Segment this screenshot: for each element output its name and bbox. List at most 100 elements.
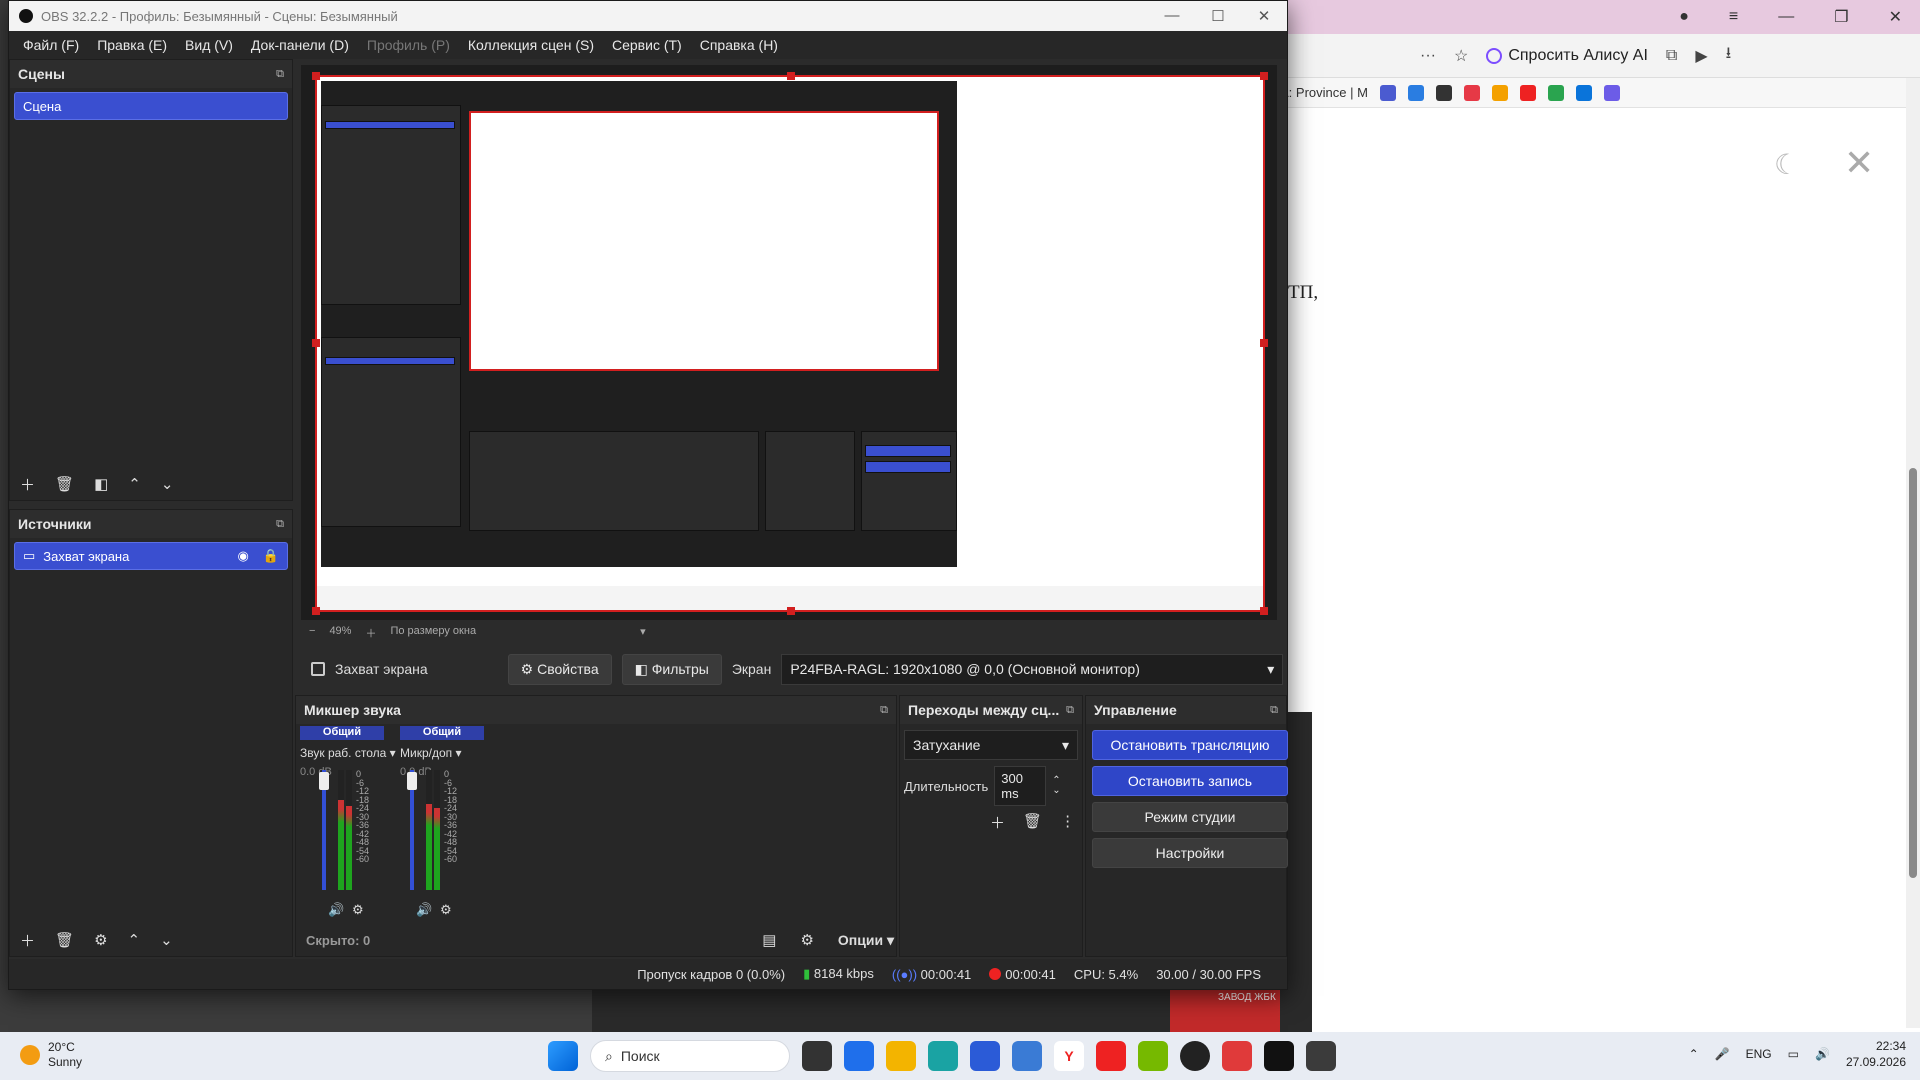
mixer-settings-icon[interactable]: ⚙ — [440, 902, 452, 918]
speaker-icon[interactable]: 🔊 — [328, 902, 344, 918]
cloud-app-icon[interactable] — [1222, 1041, 1252, 1071]
menu-edit[interactable]: Правка (E) — [89, 33, 175, 57]
resize-handle[interactable] — [1260, 607, 1268, 615]
move-up-icon[interactable]: ⌃ — [128, 931, 141, 949]
close-icon[interactable]: ✕ — [1889, 7, 1902, 27]
chevron-down-icon[interactable]: ▾ — [640, 625, 646, 641]
menu-help[interactable]: Справка (H) — [692, 33, 786, 57]
weather-widget[interactable]: 20°C Sunny — [20, 1040, 82, 1070]
mixer-settings-icon[interactable]: ⚙ — [352, 902, 364, 918]
add-icon[interactable]: ＋ — [20, 474, 35, 495]
browser-scrollbar[interactable] — [1906, 78, 1920, 1028]
undock-icon[interactable]: ⧉ — [880, 704, 888, 717]
nvidia-icon[interactable] — [1138, 1041, 1168, 1071]
trash-icon[interactable]: 🗑 — [55, 475, 74, 493]
bookmark-icon[interactable] — [1603, 84, 1620, 101]
taskbar-search[interactable]: ⌕ Поиск — [590, 1040, 790, 1072]
trash-icon[interactable]: 🗑 — [1023, 812, 1042, 833]
scroll-thumb[interactable] — [1909, 468, 1917, 878]
gear-icon[interactable]: ⚙ — [94, 931, 107, 949]
menu-view[interactable]: Вид (V) — [177, 33, 241, 57]
layout-icon[interactable]: ▤ — [762, 931, 776, 949]
volume-knob[interactable] — [407, 772, 417, 790]
task-view-icon[interactable] — [802, 1041, 832, 1071]
menu-icon[interactable]: ≡ — [1729, 8, 1738, 26]
bookmark-icon[interactable] — [1491, 84, 1508, 101]
media-app-icon[interactable] — [1306, 1041, 1336, 1071]
add-icon[interactable]: ＋ — [990, 812, 1005, 833]
clock[interactable]: 22:34 27.09.2026 — [1846, 1038, 1906, 1070]
profile-icon[interactable]: ● — [1679, 8, 1689, 26]
bookmark-icon[interactable]: ☆ — [1454, 46, 1468, 66]
channel-name[interactable]: Звук раб. стола ▾ — [300, 746, 396, 760]
speaker-icon[interactable]: 🔊 — [416, 902, 432, 918]
resize-handle[interactable] — [312, 607, 320, 615]
close-button[interactable]: ✕ — [1241, 7, 1287, 25]
bookmark-icon[interactable] — [1575, 84, 1592, 101]
advanced-audio-icon[interactable]: ⚙ — [800, 931, 813, 949]
resize-handle[interactable] — [787, 72, 795, 80]
zoom-mode[interactable]: По размеру окна — [390, 625, 476, 641]
menu-docks[interactable]: Док-панели (D) — [243, 33, 357, 57]
move-down-icon[interactable]: ⌄ — [160, 931, 173, 949]
zoom-in-icon[interactable]: ＋ — [365, 625, 376, 641]
resize-handle[interactable] — [1260, 339, 1268, 347]
transition-select[interactable]: Затухание ▾ — [904, 730, 1078, 760]
chat-icon[interactable] — [844, 1041, 874, 1071]
volume-icon[interactable]: 🔊 — [1815, 1047, 1830, 1061]
undock-icon[interactable]: ⧉ — [1270, 704, 1278, 717]
move-up-icon[interactable]: ⌃ — [128, 475, 141, 493]
source-item[interactable]: ▭ Захват экрана ◉ 🔒 — [14, 542, 288, 570]
settings-button[interactable]: Настройки — [1092, 838, 1288, 868]
minimize-button[interactable]: — — [1149, 7, 1195, 25]
preview-source-frame[interactable] — [312, 72, 1268, 615]
extensions-icon[interactable]: ⧉ — [1666, 47, 1677, 65]
file-explorer-icon[interactable] — [886, 1041, 916, 1071]
stop-stream-button[interactable]: Остановить трансляцию — [1092, 730, 1288, 760]
bookmark-icon[interactable] — [1463, 84, 1480, 101]
filter-icon[interactable]: ◧ — [94, 475, 108, 493]
move-down-icon[interactable]: ⌄ — [161, 475, 174, 493]
minimize-icon[interactable]: — — [1778, 8, 1794, 26]
moon-icon[interactable]: ☾ — [1774, 148, 1799, 181]
more-vertical-icon[interactable]: ⋮ — [1060, 812, 1075, 833]
resize-handle[interactable] — [1260, 72, 1268, 80]
network-icon[interactable]: ▭ — [1788, 1047, 1799, 1061]
properties-button[interactable]: ⚙ Свойства — [507, 653, 612, 685]
studio-mode-button[interactable]: Режим студии — [1092, 802, 1288, 832]
h-app-icon[interactable] — [1264, 1041, 1294, 1071]
menu-tools[interactable]: Сервис (T) — [604, 33, 690, 57]
duration-input[interactable]: 300 ms — [994, 766, 1047, 806]
undock-icon[interactable]: ⧉ — [276, 518, 284, 531]
volume-knob[interactable] — [319, 772, 329, 790]
language-indicator[interactable]: ENG — [1746, 1047, 1772, 1061]
bookmark-icon[interactable] — [1407, 84, 1424, 101]
filters-button[interactable]: ◧ Фильтры — [621, 653, 722, 685]
play-icon[interactable]: ▶ — [1695, 46, 1707, 66]
undock-icon[interactable]: ⧉ — [1066, 704, 1074, 717]
bookmark-icon[interactable] — [1519, 84, 1536, 101]
stepper-icon[interactable]: ⌃ ⌄ — [1052, 776, 1060, 796]
bookmark-item[interactable]: A: Province | М — [1280, 85, 1368, 100]
more-icon[interactable]: ··· — [1420, 47, 1436, 65]
download-icon[interactable]: ⭳ — [1726, 42, 1732, 69]
start-icon[interactable] — [548, 1041, 578, 1071]
eye-icon[interactable]: ◉ — [237, 548, 248, 564]
menu-file[interactable]: Файл (F) — [15, 33, 87, 57]
scene-item[interactable]: Сцена — [14, 92, 288, 120]
bookmark-icon[interactable] — [1435, 84, 1452, 101]
resize-handle[interactable] — [312, 72, 320, 80]
zoom-out-icon[interactable]: − — [309, 625, 315, 641]
resize-handle[interactable] — [787, 607, 795, 615]
menu-scene-collection[interactable]: Коллекция сцен (S) — [460, 33, 602, 57]
edge-icon[interactable] — [928, 1041, 958, 1071]
mail-icon[interactable] — [1012, 1041, 1042, 1071]
add-icon[interactable]: ＋ — [20, 930, 35, 951]
store-icon[interactable] — [970, 1041, 1000, 1071]
obs-taskbar-icon[interactable] — [1180, 1041, 1210, 1071]
alice-button[interactable]: Спросить Алису AI — [1486, 47, 1648, 65]
preview-area[interactable] — [301, 65, 1277, 620]
yandex-browser-icon[interactable]: Y — [1054, 1041, 1084, 1071]
trash-icon[interactable]: 🗑 — [55, 931, 74, 949]
maximize-button[interactable]: ☐ — [1195, 7, 1241, 25]
